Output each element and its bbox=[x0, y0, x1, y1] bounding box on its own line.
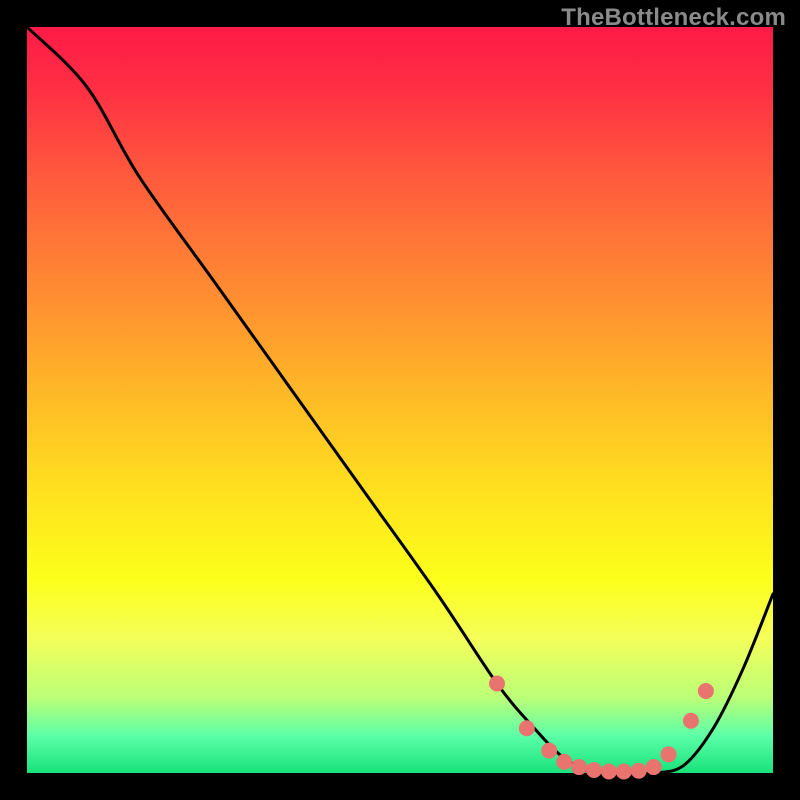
chart-frame bbox=[27, 27, 773, 773]
valley-marker bbox=[519, 721, 534, 736]
valley-marker bbox=[601, 764, 616, 779]
valley-marker bbox=[683, 713, 698, 728]
valley-marker bbox=[572, 760, 587, 775]
valley-marker bbox=[616, 764, 631, 779]
valley-marker bbox=[661, 747, 676, 762]
watermark-text: TheBottleneck.com bbox=[561, 4, 786, 32]
valley-marker bbox=[489, 676, 504, 691]
valley-marker bbox=[631, 763, 646, 778]
valley-marker bbox=[542, 743, 557, 758]
valley-marker bbox=[557, 754, 572, 769]
valley-marker bbox=[698, 683, 713, 698]
valley-marker bbox=[586, 763, 601, 778]
valley-marker bbox=[646, 760, 661, 775]
chart-svg bbox=[27, 27, 773, 773]
bottleneck-curve bbox=[27, 27, 773, 774]
valley-markers bbox=[489, 676, 713, 779]
